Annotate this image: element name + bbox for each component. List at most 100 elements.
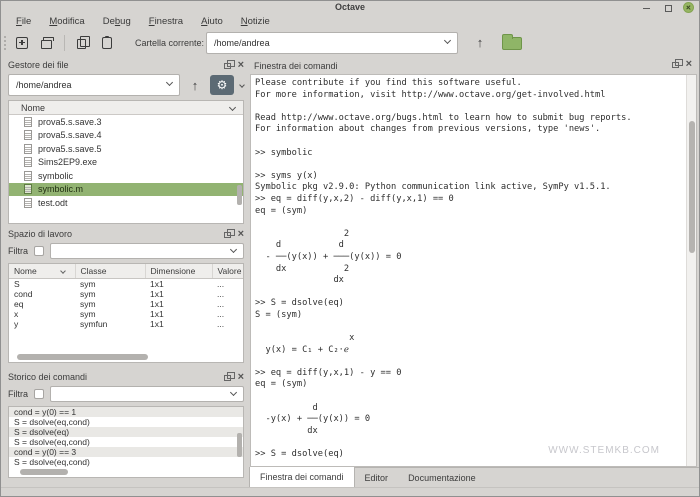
history-item[interactable]: S = dsolve(eq,cond) [9, 417, 243, 427]
menu-item[interactable]: Debug [94, 14, 140, 29]
close-button[interactable] [683, 2, 694, 13]
close-panel-icon[interactable]: × [238, 60, 244, 70]
file-list-column-header[interactable]: Nome [9, 101, 243, 115]
close-panel-icon[interactable]: × [686, 59, 692, 69]
history-item[interactable]: S = dsolve(eq,cond) [9, 457, 243, 467]
file-name: Sims2EP9.exe [38, 157, 97, 167]
menu-item[interactable]: File [7, 14, 40, 29]
open-file-button[interactable] [35, 32, 57, 54]
undock-icon[interactable] [672, 62, 679, 68]
bottom-tab[interactable]: Documentazione [398, 468, 486, 487]
chevron-down-icon[interactable] [239, 82, 245, 88]
terminal-scrollbar-thumb[interactable] [689, 121, 695, 253]
menu-item[interactable]: Finestra [140, 14, 192, 29]
terminal-output-area[interactable]: Please contribute if you find this softw… [250, 74, 697, 467]
tab-label: Documentazione [408, 473, 476, 483]
variable-row[interactable]: S sym 1x1 ... [9, 278, 243, 289]
history-item[interactable]: S = dsolve(eq,cond) [9, 437, 243, 447]
close-panel-icon[interactable]: × [238, 372, 244, 382]
browse-folder-button[interactable] [502, 37, 522, 50]
workspace-header: Spazio di lavoro × [3, 227, 249, 241]
history-command: S = dsolve(eq,cond) [14, 457, 90, 467]
path-value: /home/andrea [16, 80, 72, 90]
file-row[interactable]: prova5.s.save.4 [9, 129, 243, 143]
menu-item-label: File [16, 16, 31, 27]
document-icon [24, 198, 32, 208]
undock-icon[interactable] [224, 232, 231, 238]
bottom-tab[interactable]: Finestra dei comandi [249, 467, 355, 487]
watermark: WWW.STEMKB.COM [548, 445, 660, 456]
menu-item[interactable]: Notizie [232, 14, 279, 29]
workspace-title: Spazio di lavoro [8, 229, 72, 239]
toolbar-drag-handle[interactable] [3, 34, 8, 52]
file-name: symbolic [38, 171, 73, 181]
up-arrow-icon: ↑ [477, 36, 484, 49]
file-row[interactable]: prova5.s.save.5 [9, 142, 243, 156]
document-icon [24, 144, 32, 154]
undock-icon[interactable] [224, 63, 231, 69]
terminal-scrollbar[interactable] [686, 75, 696, 466]
sort-chevron-icon [60, 268, 66, 274]
variable-row[interactable]: x sym 1x1 ... [9, 309, 243, 319]
variable-dimension: 1x1 [145, 299, 212, 309]
variable-dimension: 1x1 [145, 289, 212, 299]
file-row[interactable]: symbolic [9, 169, 243, 183]
history-rows: cond = y(0) == 1 S = dsolve(eq,cond) S =… [9, 407, 243, 467]
variable-value: ... [212, 319, 243, 329]
history-list: cond = y(0) == 1 S = dsolve(eq,cond) S =… [8, 406, 244, 478]
statusbar [1, 487, 699, 496]
copy-button[interactable] [72, 32, 94, 54]
restore-button[interactable] [662, 2, 673, 13]
current-folder-combobox[interactable]: /home/andrea [206, 32, 458, 54]
history-command: S = dsolve(eq) [14, 427, 69, 437]
menu-item[interactable]: Aiuto [192, 14, 232, 29]
command-window-panel: Finestra dei comandi × Please contribute… [249, 57, 697, 467]
file-browser-panel: Gestore dei file × /home/andrea ↑ ⚙ Nome [3, 58, 249, 227]
file-list-scrollbar[interactable] [237, 185, 242, 205]
file-row[interactable]: prova5.s.save.3 [9, 115, 243, 129]
workspace-hscrollbar[interactable] [11, 354, 241, 360]
file-browser-title: Gestore dei file [8, 60, 69, 70]
workspace-table-header[interactable]: Nome Classe Dimensione Valore [9, 264, 243, 278]
col-nome: Nome [14, 266, 37, 276]
chevron-down-icon [166, 79, 173, 86]
history-item[interactable]: cond = y(0) == 3 [9, 447, 243, 457]
history-header: Storico dei comandi × [3, 370, 249, 384]
file-row[interactable]: test.odt [9, 196, 243, 210]
undock-icon[interactable] [224, 375, 231, 381]
variable-value: ... [212, 278, 243, 289]
new-script-button[interactable] [11, 32, 33, 54]
history-title: Storico dei comandi [8, 372, 87, 382]
paste-icon [102, 37, 112, 49]
bottom-tab[interactable]: Editor [355, 468, 399, 487]
chevron-down-icon [230, 389, 237, 396]
history-vscrollbar[interactable] [237, 433, 242, 457]
history-item[interactable]: S = dsolve(eq) [9, 427, 243, 437]
variable-dimension: 1x1 [145, 319, 212, 329]
folder-up-button[interactable]: ↑ [470, 33, 490, 53]
col-valore: Valore [218, 266, 242, 276]
document-icon [24, 171, 32, 181]
variable-row[interactable]: eq sym 1x1 ... [9, 299, 243, 309]
menu-item[interactable]: Modifica [40, 14, 93, 29]
filter-combobox[interactable] [50, 243, 244, 259]
close-panel-icon[interactable]: × [238, 229, 244, 239]
filter-checkbox[interactable] [34, 389, 44, 399]
filter-combobox[interactable] [50, 386, 244, 402]
history-hscrollbar[interactable] [11, 469, 241, 475]
variable-row[interactable]: y symfun 1x1 ... [9, 319, 243, 329]
minimize-button[interactable] [641, 2, 652, 13]
path-combobox[interactable]: /home/andrea [8, 74, 180, 96]
file-browser-path-row: /home/andrea ↑ ⚙ [3, 72, 249, 98]
paste-button[interactable] [96, 32, 118, 54]
variable-row[interactable]: cond sym 1x1 ... [9, 289, 243, 299]
file-row[interactable]: Sims2EP9.exe [9, 156, 243, 170]
directory-up-button[interactable]: ↑ [185, 75, 205, 95]
filter-checkbox[interactable] [34, 246, 44, 256]
actions-menu-button[interactable]: ⚙ [210, 75, 234, 95]
bottom-tabbar: Finestra dei comandi Editor Documentazio… [249, 467, 699, 487]
history-command: cond = y(0) == 3 [14, 447, 76, 457]
history-command: cond = y(0) == 1 [14, 407, 76, 417]
history-item[interactable]: cond = y(0) == 1 [9, 407, 243, 417]
file-row[interactable]: symbolic.m [9, 183, 243, 197]
